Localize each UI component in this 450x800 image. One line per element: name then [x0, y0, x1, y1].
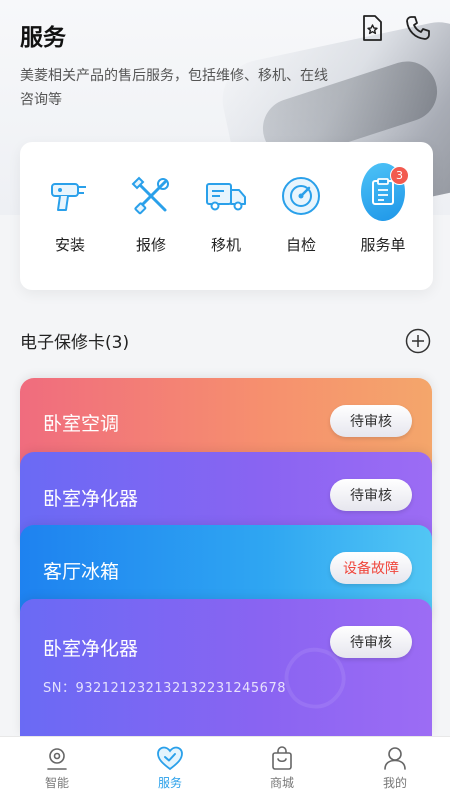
order-icon: 3: [361, 163, 409, 221]
nav-mall[interactable]: 商城: [242, 745, 322, 791]
truck-icon: [204, 174, 248, 218]
service-label: 安装: [54, 236, 85, 254]
nav-service[interactable]: 服务: [130, 745, 210, 791]
status-badge: 待审核: [330, 479, 412, 511]
nav-label: 智能: [44, 776, 69, 790]
selfcheck-icon: [279, 174, 323, 218]
bottom-nav: 智能 服务 商城 我的: [0, 736, 450, 800]
service-install[interactable]: 安装: [35, 174, 105, 255]
card-device-name: 卧室空调: [43, 413, 120, 435]
service-label: 移机: [210, 236, 241, 254]
service-label: 报修: [135, 236, 166, 254]
profile-icon: [384, 747, 406, 770]
service-heart-icon: [157, 746, 183, 771]
card-device-name: 卧室净化器: [43, 638, 139, 660]
favorites-icon[interactable]: [359, 15, 385, 41]
page-title: 服务: [20, 25, 66, 51]
warranty-card[interactable]: ◯ 卧室净化器 待审核 SN：932121232132132231245678: [20, 599, 432, 736]
nav-label: 商城: [269, 776, 294, 790]
warranty-section-title: 电子保修卡(3): [20, 333, 130, 353]
nav-profile[interactable]: 我的: [355, 745, 435, 791]
plus-circle-icon: [405, 328, 431, 354]
nav-label: 我的: [382, 776, 407, 790]
phone-icon[interactable]: [405, 15, 431, 41]
drill-icon: [48, 174, 92, 218]
nav-smart[interactable]: 智能: [17, 745, 97, 791]
status-badge: 设备故障: [330, 552, 412, 584]
smart-icon: [47, 748, 67, 770]
add-warranty-button[interactable]: [405, 328, 431, 354]
status-badge: 待审核: [330, 626, 412, 658]
service-relocate[interactable]: 移机: [191, 174, 261, 255]
order-count-badge: 3: [390, 166, 409, 185]
service-repair[interactable]: 报修: [116, 174, 186, 255]
card-serial-number: SN：932121232132132231245678: [43, 681, 286, 696]
nav-label: 服务: [157, 776, 182, 790]
status-badge: 待审核: [330, 405, 412, 437]
service-label: 服务单: [360, 236, 406, 254]
service-selfcheck[interactable]: 自检: [266, 174, 336, 255]
shopping-bag-icon: [272, 746, 292, 770]
page-subtitle: 美菱相关产品的售后服务，包括维修、移机、在线咨询等: [20, 68, 328, 108]
service-label: 自检: [285, 236, 316, 254]
tools-icon: [129, 174, 173, 218]
service-entry-card: 安装 报修 移机 自检 3 服务单: [20, 142, 433, 290]
card-device-name: 卧室净化器: [43, 488, 139, 510]
card-device-name: 客厅冰箱: [43, 561, 120, 583]
service-orders[interactable]: 3 服务单: [348, 163, 418, 255]
